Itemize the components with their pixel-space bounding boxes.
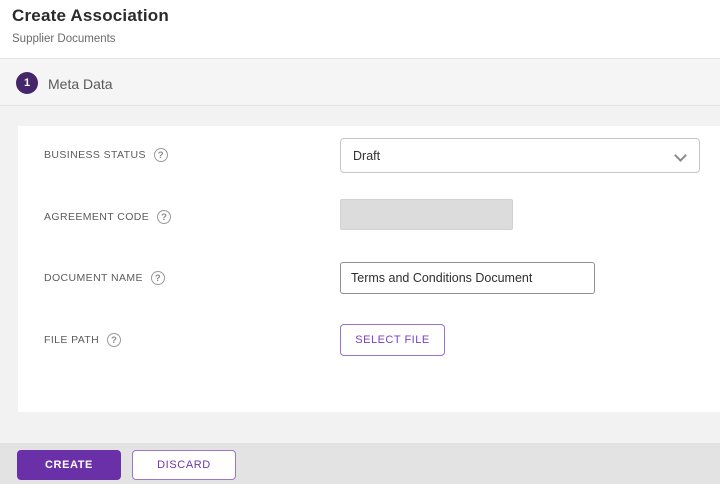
page-header: Create Association Supplier Documents [0,0,720,58]
file-path-label: FILE PATH ? [44,333,122,347]
meta-data-form-card: BUSINESS STATUS ? Draft AGREEMENT CODE ?… [18,126,720,412]
discard-button[interactable]: DISCARD [132,450,236,480]
chevron-down-icon [674,149,687,162]
footer-action-bar: CREATE DISCARD [0,443,720,484]
file-path-label-text: FILE PATH [44,334,100,346]
agreement-code-label: AGREEMENT CODE ? [44,210,172,224]
select-file-button[interactable]: SELECT FILE [340,324,445,356]
help-icon[interactable]: ? [150,271,165,285]
business-status-label-text: BUSINESS STATUS [44,149,146,161]
business-status-label: BUSINESS STATUS ? [44,148,168,162]
agreement-code-field [340,199,513,230]
business-status-selected-value: Draft [353,148,381,163]
help-icon[interactable]: ? [107,333,122,347]
document-name-label-text: DOCUMENT NAME [44,272,143,284]
business-status-select[interactable]: Draft [340,138,700,173]
create-button[interactable]: CREATE [17,450,121,480]
page-title: Create Association [12,6,169,25]
document-name-label: DOCUMENT NAME ? [44,271,165,285]
help-icon[interactable]: ? [153,148,168,162]
stepper: 1 Meta Data [0,58,720,106]
help-icon[interactable]: ? [157,210,172,224]
document-name-field[interactable] [340,262,595,294]
step-label: Meta Data [48,76,113,92]
breadcrumb: Supplier Documents [12,33,116,45]
step-number-badge: 1 [16,72,38,94]
agreement-code-label-text: AGREEMENT CODE [44,211,150,223]
